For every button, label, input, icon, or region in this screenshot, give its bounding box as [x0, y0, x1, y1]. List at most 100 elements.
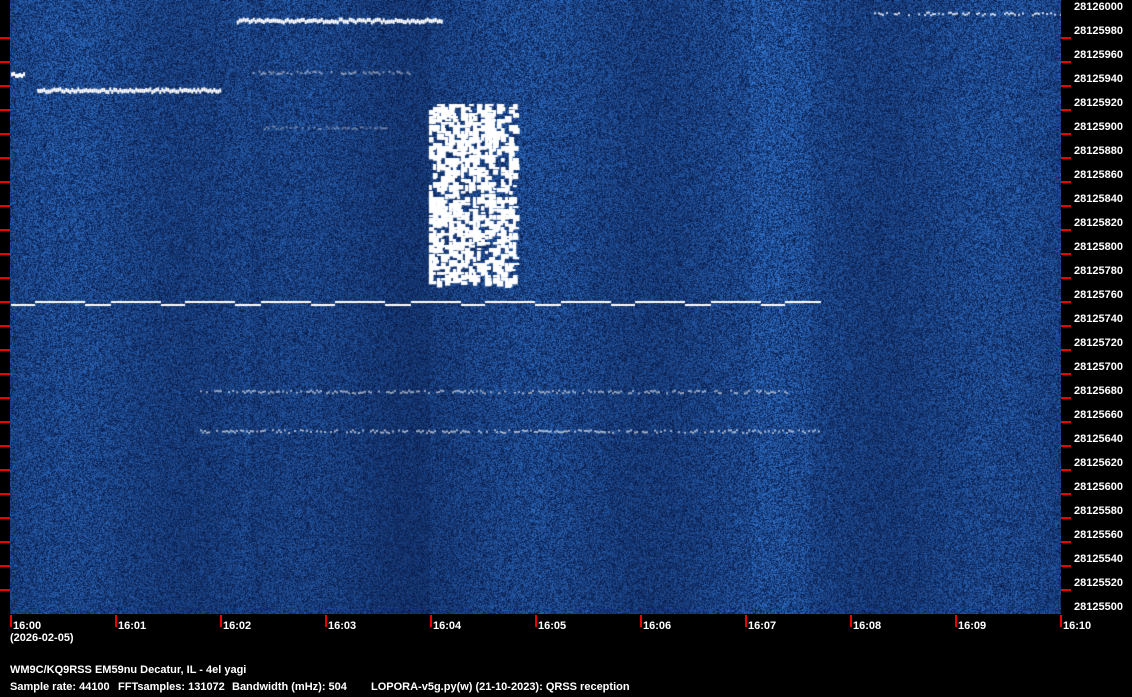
y-tick-label: 28125760: [1074, 289, 1123, 301]
y-tick-label: 28125560: [1074, 529, 1123, 541]
x-tick-label: 16:00: [13, 620, 42, 632]
y-tick-mark: [1061, 493, 1071, 495]
y-tick-mark: [0, 565, 10, 567]
y-tick-label: 28125900: [1074, 121, 1123, 133]
x-tick-label: 16:05: [538, 620, 567, 632]
x-tick-label: 16:09: [958, 620, 987, 632]
x-tick-mark: [1060, 615, 1062, 627]
x-tick-label: 16:02: [223, 620, 252, 632]
y-tick-mark: [1061, 61, 1071, 63]
y-tick-mark: [0, 589, 10, 591]
y-tick-label: 28125780: [1074, 265, 1123, 277]
y-tick-label: 28125540: [1074, 553, 1123, 565]
x-tick-mark: [640, 615, 642, 627]
y-tick-label: 28125580: [1074, 505, 1123, 517]
y-tick-mark: [1061, 229, 1071, 231]
y-tick-label: 28125520: [1074, 577, 1123, 589]
date-label: (2026-02-05): [10, 632, 74, 644]
y-tick-mark: [1061, 301, 1071, 303]
x-tick-mark: [10, 615, 12, 627]
x-tick-mark: [745, 615, 747, 627]
y-tick-label: 28125800: [1074, 241, 1123, 253]
y-tick-mark: [0, 61, 10, 63]
y-tick-mark: [1061, 565, 1071, 567]
y-tick-mark: [1061, 325, 1071, 327]
y-tick-mark: [1061, 133, 1071, 135]
sample-rate: Sample rate: 44100: [10, 681, 110, 693]
y-tick-mark: [1061, 589, 1071, 591]
station-info: WM9C/KQ9RSS EM59nu Decatur, IL - 4el yag…: [10, 664, 247, 676]
x-tick-label: 16:07: [748, 620, 777, 632]
x-tick-label: 16:08: [853, 620, 882, 632]
y-tick-mark: [1061, 445, 1071, 447]
y-tick-mark: [1061, 181, 1071, 183]
y-tick-mark: [0, 37, 10, 39]
y-tick-mark: [0, 157, 10, 159]
y-tick-mark: [1061, 277, 1071, 279]
y-tick-label: 28125600: [1074, 481, 1123, 493]
y-tick-mark: [1061, 253, 1071, 255]
y-tick-label: 28125860: [1074, 169, 1123, 181]
x-tick-mark: [850, 615, 852, 627]
y-tick-label: 28125640: [1074, 433, 1123, 445]
y-tick-mark: [0, 109, 10, 111]
x-tick-mark: [220, 615, 222, 627]
y-tick-label: 28125740: [1074, 313, 1123, 325]
y-tick-label: 28125660: [1074, 409, 1123, 421]
y-tick-mark: [1061, 85, 1071, 87]
spectrogram-plot: [10, 0, 1061, 614]
y-tick-mark: [0, 421, 10, 423]
y-tick-mark: [1061, 469, 1071, 471]
y-tick-mark: [0, 229, 10, 231]
y-tick-mark: [0, 445, 10, 447]
y-tick-mark: [0, 373, 10, 375]
y-tick-mark: [1061, 397, 1071, 399]
y-tick-mark: [1061, 373, 1071, 375]
y-tick-mark: [0, 181, 10, 183]
fft-samples: FFTsamples: 131072: [118, 681, 225, 693]
y-tick-mark: [0, 277, 10, 279]
y-tick-mark: [0, 349, 10, 351]
x-tick-mark: [955, 615, 957, 627]
y-tick-label: 28125940: [1074, 73, 1123, 85]
x-tick-mark: [115, 615, 117, 627]
y-tick-label: 28125960: [1074, 49, 1123, 61]
y-tick-label: 28125720: [1074, 337, 1123, 349]
y-tick-mark: [0, 85, 10, 87]
y-tick-label: 28125920: [1074, 97, 1123, 109]
x-tick-label: 16:03: [328, 620, 357, 632]
y-tick-mark: [1061, 37, 1071, 39]
y-tick-label: 28125880: [1074, 145, 1123, 157]
x-tick-mark: [325, 615, 327, 627]
y-tick-mark: [0, 469, 10, 471]
y-tick-mark: [0, 397, 10, 399]
y-tick-mark: [0, 133, 10, 135]
y-tick-mark: [0, 517, 10, 519]
y-tick-mark: [1061, 205, 1071, 207]
y-tick-mark: [1061, 349, 1071, 351]
y-tick-mark: [0, 301, 10, 303]
x-tick-label: 16:06: [643, 620, 672, 632]
y-tick-mark: [0, 541, 10, 543]
y-tick-label: 28125700: [1074, 361, 1123, 373]
y-tick-mark: [0, 493, 10, 495]
y-tick-mark: [0, 205, 10, 207]
x-tick-label: 16:10: [1063, 620, 1092, 632]
software-info: LOPORA-v5g.py(w) (21-10-2023): QRSS rece…: [371, 681, 630, 693]
y-tick-mark: [1061, 109, 1071, 111]
y-tick-label: 28125840: [1074, 193, 1123, 205]
bandwidth: Bandwidth (mHz): 504: [232, 681, 347, 693]
y-tick-mark: [0, 325, 10, 327]
y-tick-mark: [1061, 157, 1071, 159]
x-tick-label: 16:04: [433, 620, 462, 632]
y-tick-label: 28125680: [1074, 385, 1123, 397]
y-tick-label: 28125620: [1074, 457, 1123, 469]
y-tick-mark: [1061, 541, 1071, 543]
y-tick-mark: [0, 253, 10, 255]
y-tick-label: 28125820: [1074, 217, 1123, 229]
x-tick-mark: [535, 615, 537, 627]
y-tick-mark: [1061, 517, 1071, 519]
y-tick-label: 28126000: [1074, 1, 1123, 13]
x-tick-label: 16:01: [118, 620, 147, 632]
y-tick-label: 28125980: [1074, 25, 1123, 37]
